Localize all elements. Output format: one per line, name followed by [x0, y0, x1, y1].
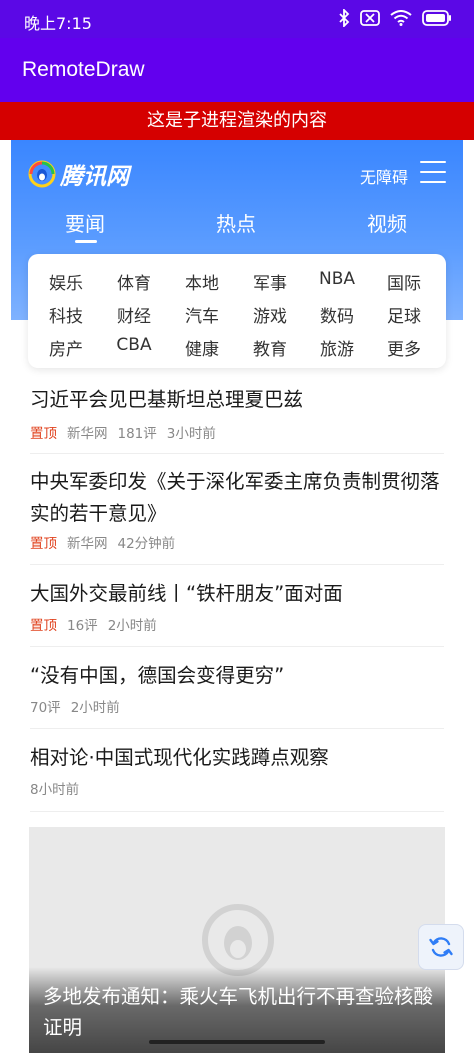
category-item[interactable]: CBA [104, 335, 164, 355]
status-time: 晚上7:15 [24, 14, 92, 33]
gesture-navigation-bar[interactable] [149, 1040, 325, 1044]
category-item[interactable]: 财经 [104, 302, 164, 327]
news-time: 2小时前 [70, 700, 120, 716]
divider [30, 646, 444, 647]
category-item[interactable]: 科技 [36, 302, 96, 327]
battery-icon [422, 10, 451, 26]
news-tabs: 要闻 热点 视频 [11, 208, 463, 248]
status-icons [338, 9, 452, 27]
news-comments: 181评 [117, 426, 157, 442]
refresh-icon [429, 937, 453, 957]
news-source: 新华网 [67, 426, 108, 442]
news-source: 新华网 [67, 536, 108, 552]
news-comments: 16评 [67, 618, 98, 634]
news-time: 8小时前 [30, 782, 80, 798]
news-meta: 置顶 新华网 42分钟前 [30, 532, 175, 552]
news-time: 2小时前 [107, 618, 157, 634]
category-item[interactable]: 房产 [36, 335, 96, 360]
app-title: RemoteDraw [22, 58, 145, 81]
status-bar: 晚上7:15 [0, 0, 474, 38]
image-news-card[interactable]: 多地发布通知：乘火车飞机出行不再查验核酸证明 [29, 827, 445, 1053]
no-sim-icon [360, 10, 380, 26]
category-item[interactable]: 健康 [172, 335, 232, 360]
pinned-label: 置顶 [30, 618, 57, 634]
wifi-icon [390, 10, 412, 26]
news-time: 42分钟前 [117, 536, 176, 552]
site-logo[interactable]: 腾讯网 [28, 157, 129, 191]
news-meta: 8小时前 [30, 778, 79, 798]
category-item[interactable]: 数码 [307, 302, 367, 327]
divider [30, 811, 444, 812]
category-item[interactable]: 游戏 [240, 302, 300, 327]
news-title[interactable]: 大国外交最前线丨“铁杆朋友”面对面 [30, 578, 450, 610]
active-tab-indicator [75, 240, 97, 243]
category-item[interactable]: 娱乐 [36, 269, 96, 294]
news-meta: 置顶 新华网 181评 3小时前 [30, 422, 216, 442]
divider [30, 564, 444, 565]
category-item[interactable]: 汽车 [172, 302, 232, 327]
pinned-label: 置顶 [30, 426, 57, 442]
news-time: 3小时前 [166, 426, 216, 442]
category-grid: 娱乐 体育 本地 军事 NBA 国际 科技 财经 汽车 游戏 数码 足球 房产 … [28, 254, 446, 368]
category-item[interactable]: 本地 [172, 269, 232, 294]
web-content: 腾讯网 无障碍 要闻 热点 视频 娱乐 体育 本地 军事 NBA 国际 科技 财… [11, 140, 463, 1053]
menu-icon[interactable] [420, 161, 446, 185]
news-meta: 置顶 16评 2小时前 [30, 614, 157, 634]
news-comments: 70评 [30, 700, 61, 716]
tab-hot[interactable]: 热点 [216, 208, 256, 237]
pinned-label: 置顶 [30, 536, 57, 552]
category-item[interactable]: 教育 [240, 335, 300, 360]
child-process-banner: 这是子进程渲染的内容 [0, 102, 474, 140]
category-item[interactable]: 体育 [104, 269, 164, 294]
site-brand: 腾讯网 [60, 164, 129, 190]
tab-video[interactable]: 视频 [367, 208, 407, 237]
category-item[interactable]: 旅游 [307, 335, 367, 360]
image-placeholder-icon [202, 904, 274, 976]
news-meta: 70评 2小时前 [30, 696, 120, 716]
category-item[interactable]: NBA [307, 269, 367, 289]
accessibility-link[interactable]: 无障碍 [360, 164, 408, 188]
divider [30, 728, 444, 729]
news-title[interactable]: 中央军委印发《关于深化军委主席负责制贯彻落实的若干意见》 [30, 466, 450, 530]
news-title[interactable]: “没有中国，德国会变得更穷” [30, 660, 450, 692]
category-item[interactable]: 足球 [374, 302, 434, 327]
category-item[interactable]: 更多 [374, 335, 434, 360]
refresh-button[interactable] [418, 924, 464, 970]
qq-penguin-logo-icon [28, 160, 56, 188]
bluetooth-icon [339, 9, 350, 27]
category-item[interactable]: 军事 [240, 269, 300, 294]
app-bar: RemoteDraw [0, 38, 474, 102]
news-title[interactable]: 相对论·中国式现代化实践蹲点观察 [30, 742, 450, 774]
divider [30, 453, 444, 454]
image-caption[interactable]: 多地发布通知：乘火车飞机出行不再查验核酸证明 [43, 981, 433, 1043]
tab-headlines[interactable]: 要闻 [65, 208, 105, 237]
category-item[interactable]: 国际 [374, 269, 434, 294]
news-title[interactable]: 习近平会见巴基斯坦总理夏巴兹 [30, 384, 450, 416]
